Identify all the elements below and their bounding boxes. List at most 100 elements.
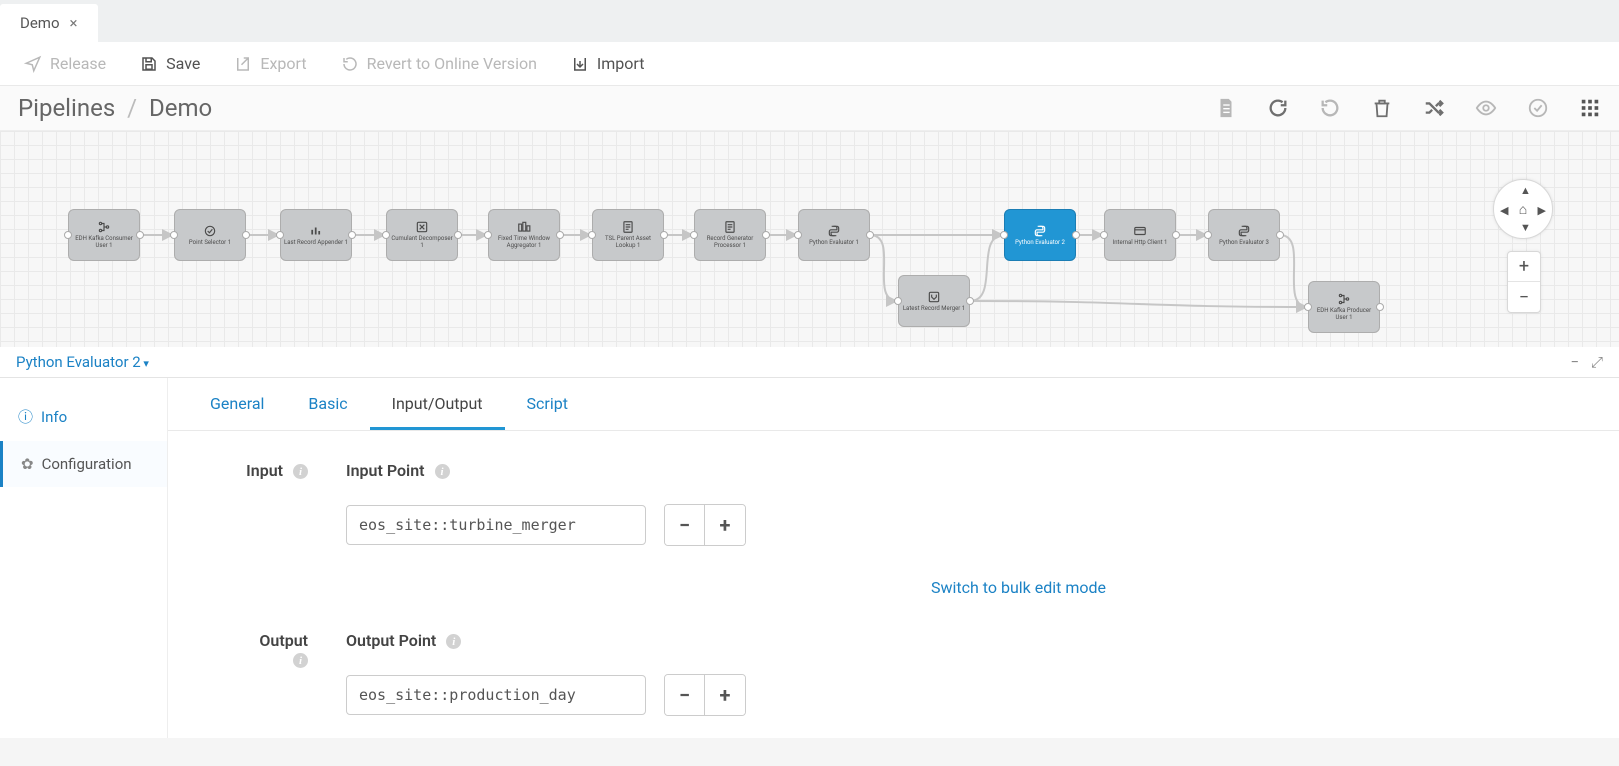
pan-up-icon[interactable]: ▲	[1520, 184, 1531, 197]
subtab-script[interactable]: Script	[505, 378, 590, 430]
node-label: Last Record Appender 1	[282, 240, 350, 247]
apps-grid-icon[interactable]	[1579, 97, 1601, 119]
port-in[interactable]	[382, 231, 390, 239]
shuffle-icon[interactable]	[1423, 97, 1445, 119]
pipeline-node[interactable]: Latest Record Merger 1	[898, 275, 970, 327]
editor-tabbar: Demo ×	[0, 0, 1619, 42]
output-point-field[interactable]	[346, 675, 646, 715]
remove-output-point-button[interactable]: −	[665, 675, 705, 715]
breadcrumb-separator: /	[121, 94, 143, 122]
add-input-point-button[interactable]: +	[705, 505, 745, 545]
port-in[interactable]	[64, 231, 72, 239]
redo-icon[interactable]	[1319, 97, 1341, 119]
visibility-icon[interactable]	[1475, 97, 1497, 119]
node-label: Latest Record Merger 1	[901, 306, 967, 313]
port-in[interactable]	[794, 231, 802, 239]
leftnav-info[interactable]: ⓘ Info	[0, 392, 167, 441]
export-icon	[234, 55, 252, 73]
undo-icon[interactable]	[1267, 97, 1289, 119]
add-output-point-button[interactable]: +	[705, 675, 745, 715]
properties-title-dropdown[interactable]: Python Evaluator 2	[16, 353, 149, 371]
port-out[interactable]	[1072, 231, 1080, 239]
stack-icon	[515, 220, 533, 234]
port-in[interactable]	[1204, 231, 1212, 239]
port-out[interactable]	[1172, 231, 1180, 239]
minimize-icon[interactable]: −	[1570, 353, 1579, 371]
cancel-icon	[413, 220, 431, 234]
port-out[interactable]	[1376, 303, 1384, 311]
bars-icon	[307, 224, 325, 238]
port-in[interactable]	[1100, 231, 1108, 239]
info-icon[interactable]: i	[293, 464, 308, 479]
pipeline-node[interactable]: Last Record Appender 1	[280, 209, 352, 261]
pipeline-node[interactable]: Python Evaluator 1	[798, 209, 870, 261]
pipeline-node[interactable]: Python Evaluator 2	[1004, 209, 1076, 261]
node-label: TSL Parent Asset Lookup 1	[593, 236, 663, 250]
pipeline-node[interactable]: Python Evaluator 3	[1208, 209, 1280, 261]
bulk-edit-link[interactable]: Switch to bulk edit mode	[346, 578, 1106, 597]
pipeline-node[interactable]: Internal Http Client 1	[1104, 209, 1176, 261]
breadcrumb-root[interactable]: Pipelines	[18, 94, 115, 122]
remove-input-point-button[interactable]: −	[665, 505, 705, 545]
pipeline-node[interactable]: Point Selector 1	[174, 209, 246, 261]
home-icon[interactable]: ⌂	[1519, 201, 1527, 218]
target-icon	[201, 224, 219, 238]
port-out[interactable]	[454, 231, 462, 239]
input-point-title: Input Point i	[346, 461, 1106, 480]
pipeline-node[interactable]: EDH Kafka Producer User 1	[1308, 281, 1380, 333]
input-point-field[interactable]	[346, 505, 646, 545]
pan-left-icon[interactable]: ◀	[1500, 204, 1508, 217]
editor-tab[interactable]: Demo ×	[0, 4, 98, 42]
zoom-in-button[interactable]: +	[1508, 252, 1540, 282]
toolbar: Release Save Export Revert to Online Ver…	[0, 42, 1619, 86]
port-in[interactable]	[894, 297, 902, 305]
port-in[interactable]	[170, 231, 178, 239]
export-button[interactable]: Export	[234, 54, 306, 73]
pipeline-node[interactable]: TSL Parent Asset Lookup 1	[592, 209, 664, 261]
port-out[interactable]	[556, 231, 564, 239]
port-out[interactable]	[966, 297, 974, 305]
pipeline-edge	[870, 235, 898, 301]
pan-right-icon[interactable]: ▶	[1538, 204, 1546, 217]
leftnav-configuration[interactable]: ✿ Configuration	[0, 441, 167, 487]
pipeline-node[interactable]: Record Generator Processor 1	[694, 209, 766, 261]
port-out[interactable]	[866, 231, 874, 239]
pipeline-node[interactable]: Fixed Time Window Aggregator 1	[488, 209, 560, 261]
pipeline-node[interactable]: EDH Kafka Consumer User 1	[68, 209, 140, 261]
expand-icon[interactable]: ⤢	[1591, 353, 1603, 371]
port-out[interactable]	[348, 231, 356, 239]
port-out[interactable]	[242, 231, 250, 239]
import-icon	[571, 55, 589, 73]
port-in[interactable]	[690, 231, 698, 239]
port-out[interactable]	[762, 231, 770, 239]
import-button[interactable]: Import	[571, 54, 645, 73]
tab-label: Demo	[20, 14, 60, 32]
info-icon[interactable]: i	[435, 464, 450, 479]
release-button[interactable]: Release	[24, 54, 106, 73]
port-in[interactable]	[588, 231, 596, 239]
subtab-io[interactable]: Input/Output	[370, 378, 505, 430]
info-icon[interactable]: i	[446, 634, 461, 649]
port-out[interactable]	[1276, 231, 1284, 239]
pan-down-icon[interactable]: ▼	[1520, 221, 1531, 234]
pipeline-canvas[interactable]: ▲ ▼ ◀ ▶ ⌂ + − EDH Kafka Consumer User 1 P…	[0, 131, 1619, 347]
revert-button[interactable]: Revert to Online Version	[341, 54, 537, 73]
port-in[interactable]	[1304, 303, 1312, 311]
save-button[interactable]: Save	[140, 54, 200, 73]
input-row: Input i Input Point i − + S	[238, 461, 1579, 597]
subtab-basic[interactable]: Basic	[286, 378, 369, 430]
pipeline-node[interactable]: Cumulant Decomposer 1	[386, 209, 458, 261]
trash-icon[interactable]	[1371, 97, 1393, 119]
validate-icon[interactable]	[1527, 97, 1549, 119]
close-icon[interactable]: ×	[70, 14, 78, 32]
subtab-general[interactable]: General	[188, 378, 286, 430]
port-out[interactable]	[660, 231, 668, 239]
zoom-out-button[interactable]: −	[1508, 282, 1540, 312]
port-out[interactable]	[136, 231, 144, 239]
info-icon[interactable]: i	[293, 653, 308, 668]
port-in[interactable]	[276, 231, 284, 239]
document-icon[interactable]	[1215, 97, 1237, 119]
port-in[interactable]	[484, 231, 492, 239]
port-in[interactable]	[1000, 231, 1008, 239]
fork-icon	[95, 220, 113, 234]
